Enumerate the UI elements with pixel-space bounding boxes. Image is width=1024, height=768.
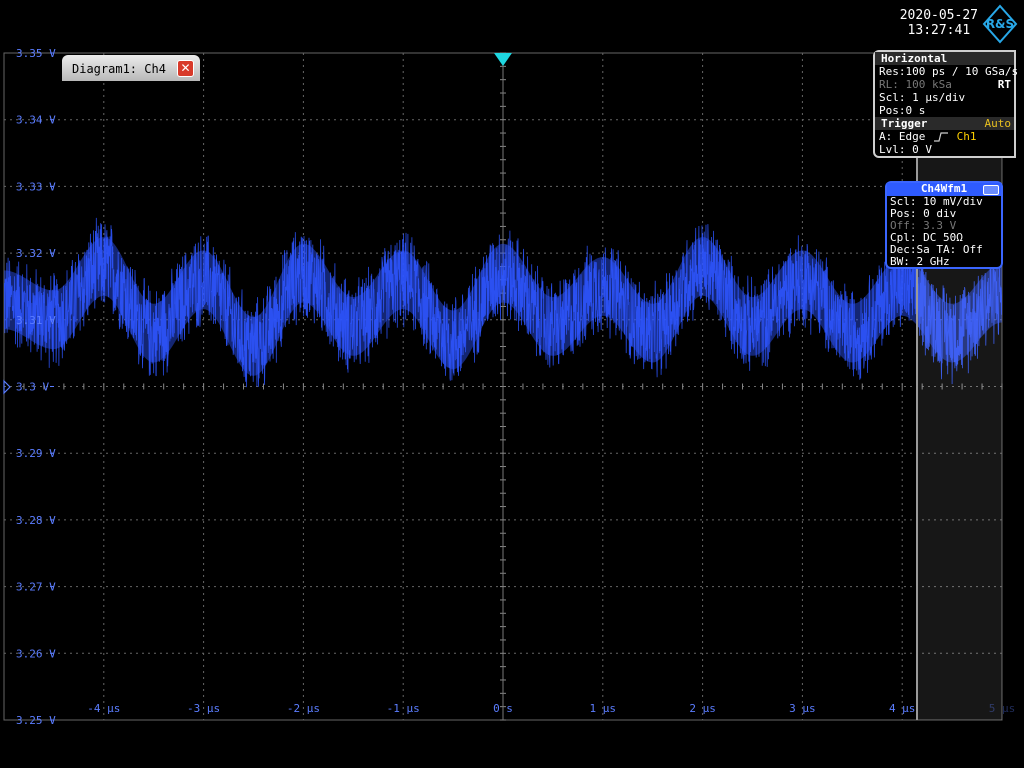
x-tick-label: 4 µs [889,702,916,715]
date: 2020-05-27 [899,8,978,23]
y-axis-labels: 3.35 V3.34 V3.33 V3.32 V3.31 V3.3 V3.29 … [16,47,56,727]
trigger-level: Lvl: 0 V [879,143,932,156]
minimize-icon[interactable] [983,185,999,195]
wfm-title: Ch4Wfm1 [920,182,968,195]
trigger-position-marker [494,53,512,66]
y-tick-label: 3.3 V [16,381,49,394]
trigger-source: A: Edge [879,130,926,143]
x-tick-label: 0 s [493,702,513,715]
datetime: 2020-05-27 13:27:41 [900,8,978,38]
x-tick-label: -1 µs [387,702,420,715]
trigger-title: Trigger [881,117,928,130]
trigger-mode: Auto [984,117,1012,130]
horizontal-position: Pos:0 s [879,104,926,117]
x-axis-labels: -4 µs -3 µs -2 µs -1 µs 0 s 1 µs 2 µs 3 µs 4 µs 5… [87,702,1015,715]
horizontal-rl-row: RL: 100 kSa RT [875,78,1014,91]
svg-text:R&S: R&S [986,17,1014,31]
realtime-badge: RT [997,78,1011,91]
horizontal-title: Horizontal [875,52,1014,65]
horizontal-trigger-panel[interactable]: Horizontal Res:100 ps / 10 GSa/s RL: 100… [873,50,1019,158]
horizontal-res: Res:100 ps / 10 GSa/s [879,65,1019,78]
x-tick-label: 1 µs [590,702,617,715]
waveform-info-box[interactable]: Ch4Wfm1 Scl: 10 mV/div Pos: 0 div Off: 3… [885,181,1003,269]
close-icon[interactable]: ✕ [177,60,194,77]
diagram-tab-label: Diagram1: Ch4 [72,62,166,76]
horizontal-scale: Scl: 1 µs/div [879,91,966,104]
trigger-header: Trigger Auto [875,117,1014,130]
horizontal-rl: RL: 100 kSa [879,78,952,91]
x-tick-label: 3 µs [789,702,816,715]
time: 13:27:41 [907,23,971,38]
wfm-bandwidth: BW: 2 GHz [890,255,950,268]
diagram-tab[interactable]: Diagram1: Ch4 ✕ [62,55,200,81]
x-tick-label: 2 µs [689,702,716,715]
trigger-channel: Ch1 [956,130,977,143]
rs-logo: R&S [982,4,1018,44]
wfm-header: Ch4Wfm1 [887,183,1001,196]
rising-edge-icon [933,132,948,142]
x-tick-label: 5 µs [989,702,1016,715]
x-tick-label: -3 µs [187,702,220,715]
trigger-source-row: A: Edge Ch1 [875,130,1014,143]
x-tick-label: -4 µs [87,702,120,715]
grid [3,52,1003,721]
scope-chart: 3.35 V3.34 V3.33 V3.32 V3.31 V3.3 V3.29 … [3,47,1015,727]
x-tick-label: -2 µs [287,702,320,715]
